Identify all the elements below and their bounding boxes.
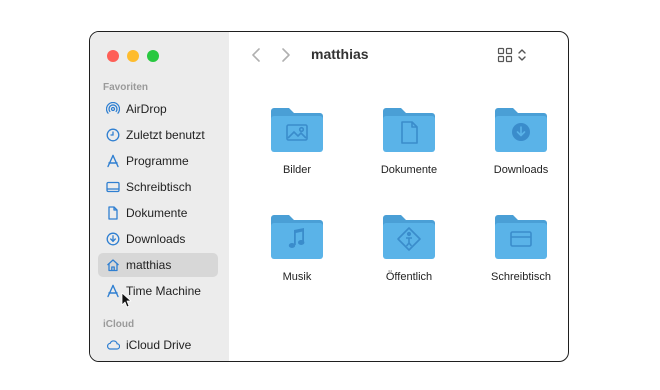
folder-downloads[interactable]: Downloads [471, 105, 568, 176]
folder-grid: Bilder Dokumente Downloads Musik Öffentl… [229, 82, 568, 361]
sidebar-item-applications[interactable]: Programme [98, 149, 218, 173]
folder-label: Öffentlich [385, 271, 433, 283]
folder-oeffentlich[interactable]: Öffentlich [359, 212, 459, 283]
desktop-icon [106, 180, 120, 194]
home-icon [106, 258, 120, 272]
sidebar-item-label: Schreibtisch [126, 180, 192, 194]
sidebar-item-recents[interactable]: Zuletzt benutzt [98, 123, 218, 147]
applications-icon [106, 154, 120, 168]
forward-button[interactable] [279, 46, 293, 64]
sidebar-item-downloads[interactable]: Downloads [98, 227, 218, 251]
folder-icon [495, 108, 547, 152]
window-controls [107, 50, 159, 62]
close-button[interactable] [107, 50, 119, 62]
sidebar-item-documents[interactable]: Dokumente [98, 201, 218, 225]
folder-icon [383, 108, 435, 152]
favorites-section-title: Favoriten [103, 82, 149, 93]
folder-label: Bilder [282, 164, 312, 176]
chevron-left-icon [252, 48, 260, 62]
download-icon [512, 123, 530, 141]
folder-schreibtisch[interactable]: Schreibtisch [471, 212, 568, 283]
sidebar: Favoriten AirDrop Zuletzt benutzt Progra… [90, 32, 229, 361]
time-machine-icon [106, 284, 120, 298]
airdrop-icon [106, 102, 120, 116]
folder-musik[interactable]: Musik [247, 212, 347, 283]
folder-bilder[interactable]: Bilder [247, 105, 347, 176]
toolbar: matthias [229, 32, 568, 82]
folder-icon [383, 215, 435, 259]
folder-label: Downloads [493, 164, 549, 176]
chevron-right-icon [282, 48, 290, 62]
icon-view-grid-icon [497, 47, 513, 63]
back-button[interactable] [249, 46, 263, 64]
document-icon [106, 206, 120, 220]
sidebar-item-label: AirDrop [126, 102, 167, 116]
download-icon [106, 232, 120, 246]
sidebar-item-label: iCloud Drive [126, 338, 192, 352]
folder-label: Dokumente [380, 164, 438, 176]
chevron-up-down-icon [518, 49, 526, 61]
folder-icon [495, 215, 547, 259]
sidebar-item-time-machine[interactable]: Time Machine [98, 279, 218, 303]
sidebar-item-label: Programme [126, 154, 189, 168]
icloud-section-title: iCloud [103, 319, 135, 330]
mouse-cursor-icon [121, 292, 132, 308]
minimize-button[interactable] [127, 50, 139, 62]
folder-label: Schreibtisch [491, 271, 551, 283]
view-switcher[interactable] [497, 46, 531, 64]
sidebar-item-label: Dokumente [126, 206, 188, 220]
cloud-icon [106, 338, 120, 352]
sidebar-item-label: Time Machine [126, 284, 201, 298]
sidebar-item-label: Downloads [126, 232, 186, 246]
clock-icon [106, 128, 120, 142]
finder-window: Favoriten AirDrop Zuletzt benutzt Progra… [89, 31, 569, 362]
sidebar-item-label: matthias [126, 258, 172, 272]
folder-dokumente[interactable]: Dokumente [359, 105, 459, 176]
folder-icon [271, 108, 323, 152]
folder-icon [271, 215, 323, 259]
sidebar-item-airdrop[interactable]: AirDrop [98, 97, 218, 121]
sidebar-item-home[interactable]: matthias [98, 253, 218, 277]
sidebar-item-label: Zuletzt benutzt [126, 128, 205, 142]
folder-label: Musik [282, 271, 312, 283]
sidebar-item-desktop[interactable]: Schreibtisch [98, 175, 218, 199]
zoom-button[interactable] [147, 50, 159, 62]
window-title: matthias [311, 46, 369, 62]
sidebar-item-icloud-drive[interactable]: iCloud Drive [98, 333, 218, 357]
